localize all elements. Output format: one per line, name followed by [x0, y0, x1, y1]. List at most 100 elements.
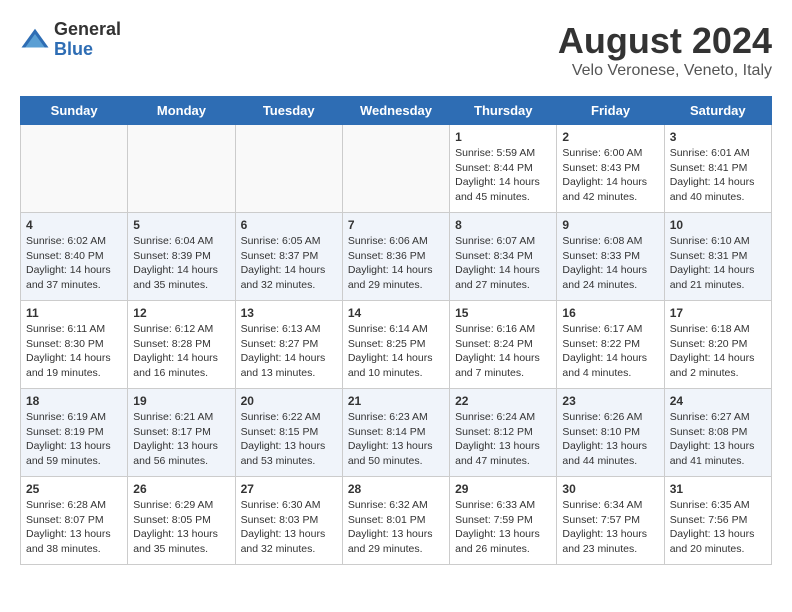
day-number: 30 — [562, 482, 658, 496]
day-number: 16 — [562, 306, 658, 320]
calendar-cell: 26Sunrise: 6:29 AM Sunset: 8:05 PM Dayli… — [128, 477, 235, 565]
cell-content: Sunrise: 6:21 AM Sunset: 8:17 PM Dayligh… — [133, 410, 229, 469]
calendar-cell: 22Sunrise: 6:24 AM Sunset: 8:12 PM Dayli… — [450, 389, 557, 477]
cell-content: Sunrise: 6:30 AM Sunset: 8:03 PM Dayligh… — [241, 498, 337, 557]
day-number: 15 — [455, 306, 551, 320]
calendar-table: SundayMondayTuesdayWednesdayThursdayFrid… — [20, 96, 772, 565]
header-day-sunday: Sunday — [21, 97, 128, 125]
header-day-friday: Friday — [557, 97, 664, 125]
cell-content: Sunrise: 6:14 AM Sunset: 8:25 PM Dayligh… — [348, 322, 444, 381]
cell-content: Sunrise: 6:22 AM Sunset: 8:15 PM Dayligh… — [241, 410, 337, 469]
calendar-cell: 13Sunrise: 6:13 AM Sunset: 8:27 PM Dayli… — [235, 301, 342, 389]
cell-content: Sunrise: 6:02 AM Sunset: 8:40 PM Dayligh… — [26, 234, 122, 293]
calendar-cell: 16 Sunrise: 6:17 AM Sunset: 8:22 PM Dayli… — [557, 301, 664, 389]
day-number: 20 — [241, 394, 337, 408]
day-number: 17 — [670, 306, 766, 320]
header: General Blue August 2024 Velo Veronese, … — [20, 20, 772, 80]
day-number: 6 — [241, 218, 337, 232]
day-number: 3 — [670, 130, 766, 144]
week-row-4: 18 Sunrise: 6:19 AM Sunset: 8:19 PM Dayli… — [21, 389, 772, 477]
day-number: 13 — [241, 306, 337, 320]
day-number: 7 — [348, 218, 444, 232]
calendar-cell: 31 Sunrise: 6:35 AM Sunset: 7:56 PM Dayli… — [664, 477, 771, 565]
calendar-cell: 21 Sunrise: 6:23 AM Sunset: 8:14 PM Dayli… — [342, 389, 449, 477]
cell-content: Sunrise: 6:01 AM Sunset: 8:41 PM Dayligh… — [670, 146, 766, 205]
header-day-tuesday: Tuesday — [235, 97, 342, 125]
cell-content: Sunrise: 6:11 AM Sunset: 8:30 PM Dayligh… — [26, 322, 122, 381]
day-number: 29 — [455, 482, 551, 496]
day-number: 4 — [26, 218, 122, 232]
header-day-monday: Monday — [128, 97, 235, 125]
calendar-cell — [342, 125, 449, 213]
cell-content: Sunrise: 6:23 AM Sunset: 8:14 PM Dayligh… — [348, 410, 444, 469]
calendar-cell: 8Sunrise: 6:07 AM Sunset: 8:34 PM Daylig… — [450, 213, 557, 301]
calendar-cell: 3 Sunrise: 6:01 AM Sunset: 8:41 PM Daylig… — [664, 125, 771, 213]
calendar-cell: 5 Sunrise: 6:04 AM Sunset: 8:39 PM Daylig… — [128, 213, 235, 301]
day-number: 9 — [562, 218, 658, 232]
cell-content: Sunrise: 6:10 AM Sunset: 8:31 PM Dayligh… — [670, 234, 766, 293]
title-area: August 2024 Velo Veronese, Veneto, Italy — [558, 20, 772, 80]
main-title: August 2024 — [558, 20, 772, 62]
calendar-cell: 10 Sunrise: 6:10 AM Sunset: 8:31 PM Dayli… — [664, 213, 771, 301]
calendar-cell: 19 Sunrise: 6:21 AM Sunset: 8:17 PM Dayli… — [128, 389, 235, 477]
logo-icon — [20, 25, 50, 55]
calendar-cell: 7 Sunrise: 6:06 AM Sunset: 8:36 PM Daylig… — [342, 213, 449, 301]
day-number: 11 — [26, 306, 122, 320]
calendar-cell: 18 Sunrise: 6:19 AM Sunset: 8:19 PM Dayli… — [21, 389, 128, 477]
cell-content: Sunrise: 6:08 AM Sunset: 8:33 PM Dayligh… — [562, 234, 658, 293]
calendar-body: 1Sunrise: 5:59 AM Sunset: 8:44 PM Daylig… — [21, 125, 772, 565]
cell-content: Sunrise: 6:06 AM Sunset: 8:36 PM Dayligh… — [348, 234, 444, 293]
calendar-cell: 29 Sunrise: 6:33 AM Sunset: 7:59 PM Dayli… — [450, 477, 557, 565]
day-number: 14 — [348, 306, 444, 320]
cell-content: Sunrise: 6:27 AM Sunset: 8:08 PM Dayligh… — [670, 410, 766, 469]
week-row-5: 25Sunrise: 6:28 AM Sunset: 8:07 PM Dayli… — [21, 477, 772, 565]
calendar-cell: 2 Sunrise: 6:00 AM Sunset: 8:43 PM Daylig… — [557, 125, 664, 213]
logo-general-text: General — [54, 20, 121, 40]
subtitle: Velo Veronese, Veneto, Italy — [558, 62, 772, 80]
week-row-2: 4 Sunrise: 6:02 AM Sunset: 8:40 PM Daylig… — [21, 213, 772, 301]
cell-content: Sunrise: 6:05 AM Sunset: 8:37 PM Dayligh… — [241, 234, 337, 293]
day-number: 28 — [348, 482, 444, 496]
cell-content: Sunrise: 6:32 AM Sunset: 8:01 PM Dayligh… — [348, 498, 444, 557]
cell-content: Sunrise: 6:18 AM Sunset: 8:20 PM Dayligh… — [670, 322, 766, 381]
cell-content: Sunrise: 6:33 AM Sunset: 7:59 PM Dayligh… — [455, 498, 551, 557]
cell-content: Sunrise: 6:00 AM Sunset: 8:43 PM Dayligh… — [562, 146, 658, 205]
day-number: 18 — [26, 394, 122, 408]
calendar-header: SundayMondayTuesdayWednesdayThursdayFrid… — [21, 97, 772, 125]
calendar-cell: 30 Sunrise: 6:34 AM Sunset: 7:57 PM Dayli… — [557, 477, 664, 565]
calendar-cell: 17 Sunrise: 6:18 AM Sunset: 8:20 PM Dayli… — [664, 301, 771, 389]
day-number: 5 — [133, 218, 229, 232]
day-number: 27 — [241, 482, 337, 496]
day-number: 31 — [670, 482, 766, 496]
day-number: 10 — [670, 218, 766, 232]
calendar-cell: 27 Sunrise: 6:30 AM Sunset: 8:03 PM Dayli… — [235, 477, 342, 565]
calendar-cell: 14 Sunrise: 6:14 AM Sunset: 8:25 PM Dayli… — [342, 301, 449, 389]
cell-content: Sunrise: 6:04 AM Sunset: 8:39 PM Dayligh… — [133, 234, 229, 293]
cell-content: Sunrise: 6:16 AM Sunset: 8:24 PM Dayligh… — [455, 322, 551, 381]
day-number: 12 — [133, 306, 229, 320]
header-day-saturday: Saturday — [664, 97, 771, 125]
header-day-thursday: Thursday — [450, 97, 557, 125]
cell-content: Sunrise: 6:24 AM Sunset: 8:12 PM Dayligh… — [455, 410, 551, 469]
cell-content: Sunrise: 6:34 AM Sunset: 7:57 PM Dayligh… — [562, 498, 658, 557]
calendar-cell — [21, 125, 128, 213]
day-number: 8 — [455, 218, 551, 232]
calendar-cell: 11 Sunrise: 6:11 AM Sunset: 8:30 PM Dayli… — [21, 301, 128, 389]
cell-content: Sunrise: 6:19 AM Sunset: 8:19 PM Dayligh… — [26, 410, 122, 469]
week-row-3: 11 Sunrise: 6:11 AM Sunset: 8:30 PM Dayli… — [21, 301, 772, 389]
day-number: 2 — [562, 130, 658, 144]
logo-blue-text: Blue — [54, 40, 121, 60]
day-number: 21 — [348, 394, 444, 408]
header-day-wednesday: Wednesday — [342, 97, 449, 125]
calendar-cell: 24Sunrise: 6:27 AM Sunset: 8:08 PM Dayli… — [664, 389, 771, 477]
calendar-cell: 1Sunrise: 5:59 AM Sunset: 8:44 PM Daylig… — [450, 125, 557, 213]
header-row: SundayMondayTuesdayWednesdayThursdayFrid… — [21, 97, 772, 125]
logo: General Blue — [20, 20, 121, 60]
week-row-1: 1Sunrise: 5:59 AM Sunset: 8:44 PM Daylig… — [21, 125, 772, 213]
cell-content: Sunrise: 5:59 AM Sunset: 8:44 PM Dayligh… — [455, 146, 551, 205]
cell-content: Sunrise: 6:17 AM Sunset: 8:22 PM Dayligh… — [562, 322, 658, 381]
day-number: 19 — [133, 394, 229, 408]
cell-content: Sunrise: 6:35 AM Sunset: 7:56 PM Dayligh… — [670, 498, 766, 557]
day-number: 26 — [133, 482, 229, 496]
calendar-cell — [235, 125, 342, 213]
